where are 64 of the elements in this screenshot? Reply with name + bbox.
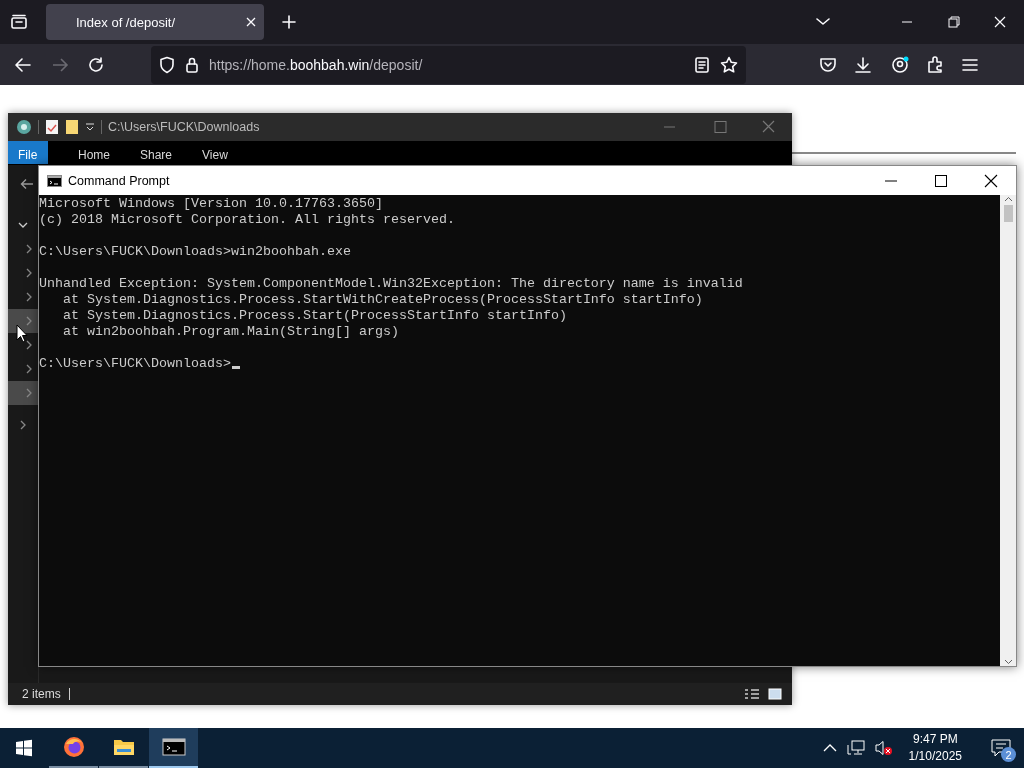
- shield-icon: [159, 55, 175, 74]
- details-view-icon[interactable]: [744, 688, 760, 700]
- console-line: at System.Diagnostics.Process.StartWithCreateProcess(ProcessStartInfo startInfo): [62, 292, 703, 308]
- ribbon-tab[interactable]: View: [202, 141, 228, 164]
- chevron-right-icon[interactable]: [24, 364, 34, 374]
- maximize-icon[interactable]: [934, 173, 948, 188]
- new-tab-icon[interactable]: [282, 15, 296, 29]
- windows-icon[interactable]: [15, 739, 33, 757]
- scrollbar-thumb[interactable]: [1003, 205, 1013, 222]
- download-icon[interactable]: [854, 55, 872, 74]
- scroll-up-icon[interactable]: [1003, 195, 1013, 203]
- disc-icon: [16, 119, 32, 135]
- taskbar-app[interactable]: [149, 728, 198, 768]
- reload-icon[interactable]: [87, 55, 105, 74]
- console-line: C:\Users\FUCK\Downloads>: [39, 356, 231, 371]
- console-line: (c) 2018 Microsoft Corporation. All rights reserved.: [39, 212, 455, 228]
- network-icon[interactable]: [846, 740, 865, 756]
- console-line: at win2boohbah.Program.Main(String[] args): [62, 324, 399, 340]
- pointer-icon: [16, 324, 28, 343]
- chevron-right-icon[interactable]: [24, 244, 34, 254]
- tab-list-icon[interactable]: [10, 14, 28, 30]
- back-icon[interactable]: [14, 55, 32, 74]
- console-line: C:\Users\FUCK\Downloads>win2boohbah.exe: [39, 244, 351, 260]
- scrollbar[interactable]: [1000, 195, 1016, 666]
- clock[interactable]: 9:47 PM 1/10/2025: [908, 731, 962, 765]
- close-icon[interactable]: [984, 173, 998, 188]
- address-bar[interactable]: https://home.boohbah.win/deposit/: [151, 45, 746, 84]
- speaker-muted-icon[interactable]: [874, 740, 893, 756]
- ribbon-tab[interactable]: Share: [140, 141, 173, 164]
- chevron-right-icon[interactable]: [24, 316, 34, 326]
- ribbon-tab[interactable]: Home: [78, 141, 110, 164]
- ribbon-tab[interactable]: File: [8, 141, 48, 164]
- chevron-down-icon[interactable]: [18, 220, 28, 230]
- star-icon[interactable]: [720, 55, 738, 74]
- chevron-right-icon[interactable]: [24, 268, 34, 278]
- chevron-up-icon[interactable]: [822, 743, 837, 753]
- folder-icon[interactable]: [65, 119, 79, 135]
- reader-view-icon[interactable]: [694, 55, 710, 74]
- window-title: C:\Users\FUCK\Downloads: [108, 120, 261, 134]
- console-line: at System.Diagnostics.Process.Start(ProcessStartInfo startInfo): [62, 308, 567, 324]
- dropdown-icon[interactable]: [85, 121, 95, 133]
- chevron-right-icon[interactable]: [24, 292, 34, 302]
- chevron-right-icon[interactable]: [24, 340, 34, 350]
- restore-icon[interactable]: [947, 15, 961, 29]
- forward-icon[interactable]: [51, 55, 69, 74]
- message-icon: [991, 739, 1011, 757]
- scroll-down-icon[interactable]: [1003, 658, 1013, 666]
- browser-tab[interactable]: Index of /deposit/: [46, 4, 264, 40]
- item-count: 2 items: [22, 687, 61, 701]
- notepad-check-icon[interactable]: [45, 119, 59, 135]
- firefox-icon: [61, 735, 86, 759]
- account-icon[interactable]: [891, 55, 909, 74]
- window-title: Command Prompt: [68, 173, 171, 188]
- console-line: Unhandled Exception: System.ComponentModel.Win32Exception: The directory name is invalid: [39, 276, 743, 292]
- extensions-icon[interactable]: [926, 55, 944, 74]
- large-icons-view-icon[interactable]: [768, 688, 782, 700]
- console-line: Microsoft Windows [Version 10.0.17763.3650]: [39, 196, 383, 212]
- chevron-right-icon[interactable]: [24, 388, 34, 398]
- terminal-icon: [161, 735, 186, 759]
- notification-count: 2: [1001, 747, 1016, 762]
- lock-icon: [185, 55, 199, 74]
- terminal-icon: [47, 174, 62, 187]
- pocket-icon[interactable]: [819, 55, 837, 74]
- chevron-right-icon[interactable]: [18, 420, 28, 430]
